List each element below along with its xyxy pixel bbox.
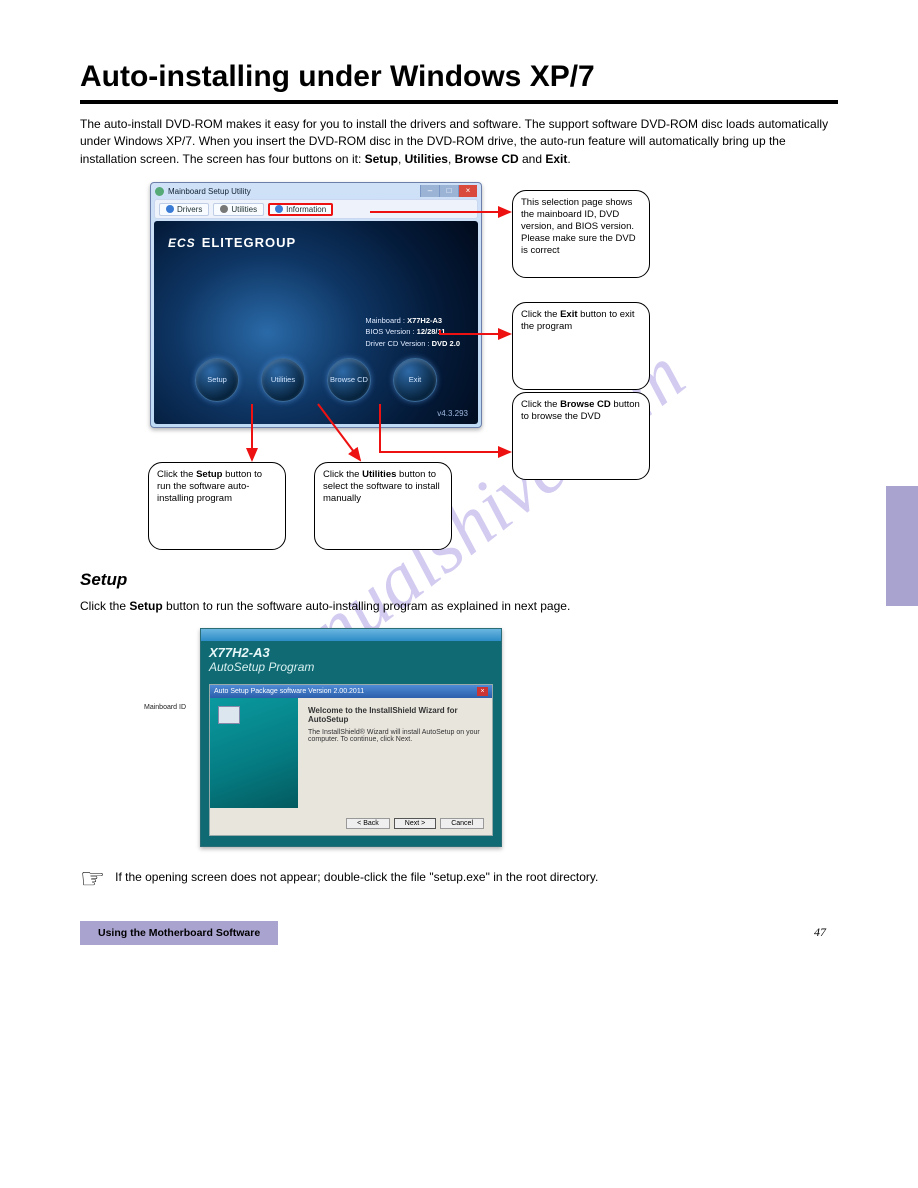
callout-exit: Click the Exit button to exit the progra… [512, 302, 650, 390]
setup-button[interactable]: Setup [195, 358, 239, 402]
pointing-hand-icon: ☞ [80, 865, 105, 893]
wizard-title: Auto Setup Package software Version 2.00… [214, 688, 364, 695]
tab-information[interactable]: Information [268, 203, 333, 216]
callout-information: This selection page shows the mainboard … [512, 190, 650, 278]
tab-utilities-label: Utilities [231, 205, 257, 214]
autosetup-figure: Mainboard ID X77H2-A3 AutoSetup Program … [200, 628, 510, 847]
close-button[interactable]: × [458, 185, 477, 197]
setup-text: Click the Setup button to run the softwa… [80, 598, 838, 615]
window-titlebar: Mainboard Setup Utility – □ × [151, 183, 481, 199]
tab-drivers[interactable]: Drivers [159, 203, 209, 216]
mainboard-id-label: Mainboard ID [144, 704, 186, 711]
app-icon [155, 187, 164, 196]
page: Auto-installing under Windows XP/7 The a… [0, 0, 918, 985]
utilities-button[interactable]: Utilities [261, 358, 305, 402]
setup-utility-window: Mainboard Setup Utility – □ × Drivers Ut… [150, 182, 482, 428]
wizard-body-text: The InstallShield® Wizard will install A… [308, 729, 480, 743]
browse-cd-button[interactable]: Browse CD [327, 358, 371, 402]
tool-icon [220, 205, 228, 213]
autosetup-program: AutoSetup Program [209, 660, 493, 674]
chapter-label: Using the Motherboard Software [80, 921, 278, 945]
intro-paragraph: The auto-install DVD-ROM makes it easy f… [80, 116, 838, 168]
autosetup-model: X77H2-A3 [209, 645, 493, 660]
utility-stage: ECS ELITEGROUP Mainboard : X77H2-A3 BIOS… [154, 221, 478, 424]
back-button[interactable]: < Back [346, 818, 390, 829]
circle-button-row: Setup Utilities Browse CD Exit [154, 358, 478, 402]
tab-drivers-label: Drivers [177, 205, 202, 214]
install-wizard: Auto Setup Package software Version 2.00… [209, 684, 493, 836]
note-block: ☞ If the opening screen does not appear;… [80, 865, 838, 893]
exit-button[interactable]: Exit [393, 358, 437, 402]
maximize-button[interactable]: □ [439, 185, 458, 197]
disc-icon [166, 205, 174, 213]
callout-browse: Click the Browse CD button to browse the… [512, 392, 650, 480]
page-number: 47 [814, 925, 838, 940]
brand: ECS ELITEGROUP [168, 235, 296, 250]
minimize-button[interactable]: – [420, 185, 439, 197]
note-text: If the opening screen does not appear; d… [115, 869, 598, 886]
callout-utilities: Click the Utilities button to select the… [314, 462, 452, 550]
setup-heading: Setup [80, 570, 838, 590]
page-footer: Using the Motherboard Software 47 [80, 921, 838, 945]
brand-label: ELITEGROUP [202, 235, 297, 250]
wizard-logo-icon [218, 706, 240, 724]
autosetup-titlebar [201, 629, 501, 641]
tab-toolbar: Drivers Utilities Information [154, 199, 478, 219]
wizard-close-icon[interactable]: × [477, 687, 488, 696]
section-heading: Auto-installing under Windows XP/7 [80, 60, 838, 104]
figure-area: Mainboard Setup Utility – □ × Drivers Ut… [80, 182, 838, 562]
tab-utilities[interactable]: Utilities [213, 203, 264, 216]
tab-information-label: Information [286, 205, 326, 214]
autosetup-window: X77H2-A3 AutoSetup Program Auto Setup Pa… [200, 628, 502, 847]
wizard-welcome: Welcome to the InstallShield Wizard for … [308, 706, 482, 724]
next-button[interactable]: Next > [394, 818, 436, 829]
brand-prefix: ECS [168, 236, 196, 250]
system-info: Mainboard : X77H2-A3 BIOS Version : 12/2… [365, 315, 460, 349]
window-title: Mainboard Setup Utility [168, 187, 251, 196]
cancel-button[interactable]: Cancel [440, 818, 484, 829]
version-label: v4.3.293 [437, 409, 468, 418]
callout-setup: Click the Setup button to run the softwa… [148, 462, 286, 550]
wizard-sidebar [210, 698, 298, 808]
info-icon [275, 205, 283, 213]
